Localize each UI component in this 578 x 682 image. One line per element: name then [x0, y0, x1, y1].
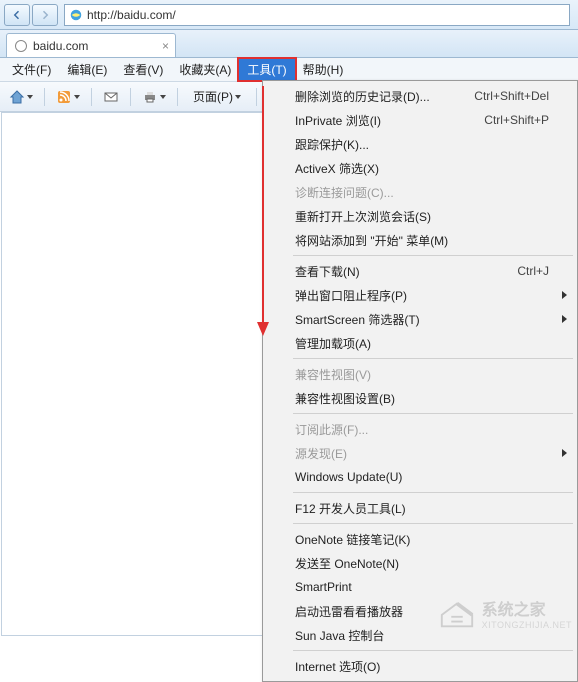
page-menu-button[interactable]: 页面(P) — [186, 86, 248, 108]
menu-item-label: 管理加载项(A) — [295, 335, 371, 352]
menu-item-shortcut: Ctrl+J — [517, 264, 549, 278]
toolbar-separator — [256, 88, 257, 106]
print-button[interactable] — [139, 86, 169, 108]
menu-separator — [293, 523, 573, 524]
menu-item[interactable]: SmartScreen 筛选器(T) — [265, 307, 575, 331]
chevron-down-icon — [160, 95, 166, 99]
menu-item[interactable]: 跟踪保护(K)... — [265, 132, 575, 156]
ie-icon — [69, 8, 83, 22]
menu-item-label: 弹出窗口阻止程序(P) — [295, 287, 407, 304]
menu-separator — [293, 650, 573, 651]
menu-item-label: SmartPrint — [295, 580, 352, 594]
menu-separator — [293, 358, 573, 359]
menu-item-label: ActiveX 筛选(X) — [295, 160, 379, 177]
menu-item-label: InPrivate 浏览(I) — [295, 112, 381, 129]
tab-strip: baidu.com × — [0, 30, 578, 58]
tools-dropdown-menu: 删除浏览的历史记录(D)... Ctrl+Shift+Del InPrivate 浏… — [262, 80, 578, 682]
chevron-down-icon — [74, 95, 80, 99]
menu-item-label: 启动迅雷看看播放器 — [295, 603, 403, 620]
titlebar: http://baidu.com/ — [0, 0, 578, 30]
menu-item-label: F12 开发人员工具(L) — [295, 500, 406, 517]
home-icon — [9, 89, 25, 105]
submenu-arrow-icon — [562, 449, 567, 457]
menu-item[interactable]: 删除浏览的历史记录(D)... Ctrl+Shift+Del — [265, 84, 575, 108]
menu-separator — [293, 255, 573, 256]
menu-item-label: 删除浏览的历史记录(D)... — [295, 88, 430, 105]
address-url: http://baidu.com/ — [87, 8, 176, 22]
chevron-down-icon — [235, 95, 241, 99]
browser-tab[interactable]: baidu.com × — [6, 33, 176, 57]
watermark-title: 系统之家 — [482, 596, 572, 620]
menu-help[interactable]: 帮助(H) — [295, 59, 352, 80]
tab-title: baidu.com — [33, 39, 88, 53]
menu-item-label: SmartScreen 筛选器(T) — [295, 311, 420, 328]
menu-item: 诊断连接问题(C)... — [265, 180, 575, 204]
menu-item-label: 兼容性视图设置(B) — [295, 390, 395, 407]
nav-back-button[interactable] — [4, 4, 30, 26]
menu-item[interactable]: F12 开发人员工具(L) — [265, 496, 575, 520]
menu-item[interactable]: OneNote 链接笔记(K) — [265, 527, 575, 551]
menu-item-label: Windows Update(U) — [295, 470, 402, 484]
menu-item-label: 兼容性视图(V) — [295, 366, 371, 383]
home-button[interactable] — [6, 86, 36, 108]
tab-close-button[interactable]: × — [162, 39, 169, 53]
menu-tools[interactable]: 工具(T) — [239, 59, 294, 80]
menu-item[interactable]: ActiveX 筛选(X) — [265, 156, 575, 180]
menu-item[interactable]: 管理加载项(A) — [265, 331, 575, 355]
chevron-down-icon — [27, 95, 33, 99]
menu-item-label: 订阅此源(F)... — [295, 421, 368, 438]
menu-separator — [293, 413, 573, 414]
menu-item[interactable]: 兼容性视图设置(B) — [265, 386, 575, 410]
rss-icon — [56, 89, 72, 105]
mail-button[interactable] — [100, 86, 122, 108]
menu-separator — [293, 492, 573, 493]
toolbar-separator — [130, 88, 131, 106]
menu-item[interactable]: 查看下载(N) Ctrl+J — [265, 259, 575, 283]
menu-edit[interactable]: 编辑(E) — [59, 59, 115, 80]
menu-item-label: 跟踪保护(K)... — [295, 136, 369, 153]
menu-item[interactable]: 重新打开上次浏览会话(S) — [265, 204, 575, 228]
page-menu-label: 页面(P) — [193, 88, 233, 105]
menu-item-shortcut: Ctrl+Shift+P — [484, 113, 549, 127]
feeds-button[interactable] — [53, 86, 83, 108]
submenu-arrow-icon — [562, 291, 567, 299]
favicon-placeholder-icon — [15, 40, 27, 52]
menu-item-label: 重新打开上次浏览会话(S) — [295, 208, 431, 225]
menu-item: 兼容性视图(V) — [265, 362, 575, 386]
watermark-sub: XITONGZHIJIA.NET — [482, 620, 572, 630]
menu-item[interactable]: Windows Update(U) — [265, 465, 575, 489]
menu-view[interactable]: 查看(V) — [115, 59, 171, 80]
nav-forward-button[interactable] — [32, 4, 58, 26]
menu-item[interactable]: InPrivate 浏览(I) Ctrl+Shift+P — [265, 108, 575, 132]
menu-item-label: Sun Java 控制台 — [295, 627, 384, 644]
menu-item: 订阅此源(F)... — [265, 417, 575, 441]
menu-bar: 文件(F) 编辑(E) 查看(V) 收藏夹(A) 工具(T) 帮助(H) — [0, 58, 578, 82]
menu-item[interactable]: Internet 选项(O) — [265, 654, 575, 678]
arrow-left-icon — [11, 9, 23, 21]
watermark: 系统之家 XITONGZHIJIA.NET — [438, 596, 572, 630]
mail-icon — [103, 89, 119, 105]
address-bar[interactable]: http://baidu.com/ — [64, 4, 570, 26]
menu-item-label: OneNote 链接笔记(K) — [295, 531, 410, 548]
toolbar-separator — [44, 88, 45, 106]
menu-item-label: 源发现(E) — [295, 445, 347, 462]
arrow-right-icon — [39, 9, 51, 21]
print-icon — [142, 89, 158, 105]
menu-item-label: 查看下载(N) — [295, 263, 360, 280]
toolbar-separator — [91, 88, 92, 106]
menu-item-label: 诊断连接问题(C)... — [295, 184, 394, 201]
watermark-logo-icon — [438, 597, 476, 629]
menu-item-label: 将网站添加到 "开始" 菜单(M) — [295, 232, 448, 249]
menu-favorites[interactable]: 收藏夹(A) — [171, 59, 239, 80]
menu-file[interactable]: 文件(F) — [4, 59, 59, 80]
menu-item-label: 发送至 OneNote(N) — [295, 555, 399, 572]
toolbar-separator — [177, 88, 178, 106]
menu-item-label: Internet 选项(O) — [295, 658, 380, 675]
menu-item[interactable]: 将网站添加到 "开始" 菜单(M) — [265, 228, 575, 252]
menu-item-shortcut: Ctrl+Shift+Del — [474, 89, 549, 103]
submenu-arrow-icon — [562, 315, 567, 323]
menu-item[interactable]: 弹出窗口阻止程序(P) — [265, 283, 575, 307]
menu-item: 源发现(E) — [265, 441, 575, 465]
menu-item[interactable]: 发送至 OneNote(N) — [265, 551, 575, 575]
